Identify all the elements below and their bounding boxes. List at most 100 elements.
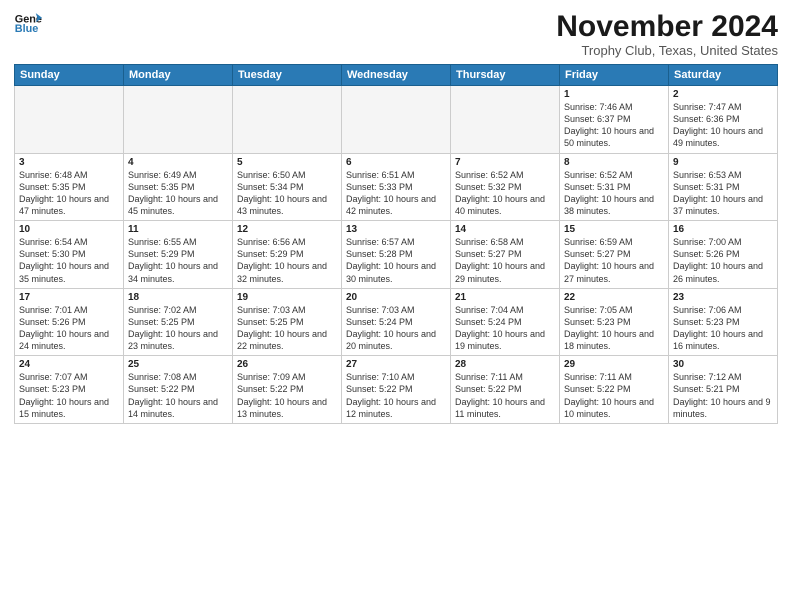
- day-number: 9: [673, 157, 773, 168]
- calendar-cell: 25Sunrise: 7:08 AMSunset: 5:22 PMDayligh…: [124, 356, 233, 424]
- day-number: 5: [237, 157, 337, 168]
- calendar-cell: 9Sunrise: 6:53 AMSunset: 5:31 PMDaylight…: [669, 153, 778, 221]
- calendar-cell: 13Sunrise: 6:57 AMSunset: 5:28 PMDayligh…: [342, 221, 451, 289]
- day-number: 22: [564, 292, 664, 303]
- calendar-cell: 10Sunrise: 6:54 AMSunset: 5:30 PMDayligh…: [15, 221, 124, 289]
- day-number: 29: [564, 359, 664, 370]
- day-info: Sunrise: 7:01 AMSunset: 5:26 PMDaylight:…: [19, 304, 119, 353]
- day-info: Sunrise: 7:10 AMSunset: 5:22 PMDaylight:…: [346, 371, 446, 420]
- day-info: Sunrise: 6:49 AMSunset: 5:35 PMDaylight:…: [128, 169, 228, 218]
- day-info: Sunrise: 7:47 AMSunset: 6:36 PMDaylight:…: [673, 101, 773, 150]
- day-info: Sunrise: 7:03 AMSunset: 5:24 PMDaylight:…: [346, 304, 446, 353]
- day-number: 3: [19, 157, 119, 168]
- calendar-cell: 7Sunrise: 6:52 AMSunset: 5:32 PMDaylight…: [451, 153, 560, 221]
- calendar-cell: 5Sunrise: 6:50 AMSunset: 5:34 PMDaylight…: [233, 153, 342, 221]
- svg-text:Blue: Blue: [15, 23, 39, 35]
- day-number: 20: [346, 292, 446, 303]
- calendar-cell: 4Sunrise: 6:49 AMSunset: 5:35 PMDaylight…: [124, 153, 233, 221]
- day-info: Sunrise: 7:03 AMSunset: 5:25 PMDaylight:…: [237, 304, 337, 353]
- week-row-2: 3Sunrise: 6:48 AMSunset: 5:35 PMDaylight…: [15, 153, 778, 221]
- calendar-cell: 6Sunrise: 6:51 AMSunset: 5:33 PMDaylight…: [342, 153, 451, 221]
- day-info: Sunrise: 6:59 AMSunset: 5:27 PMDaylight:…: [564, 236, 664, 285]
- days-header-row: SundayMondayTuesdayWednesdayThursdayFrid…: [15, 65, 778, 86]
- day-number: 7: [455, 157, 555, 168]
- day-info: Sunrise: 7:08 AMSunset: 5:22 PMDaylight:…: [128, 371, 228, 420]
- day-header-monday: Monday: [124, 65, 233, 86]
- calendar-table: SundayMondayTuesdayWednesdayThursdayFrid…: [14, 64, 778, 424]
- title-area: November 2024 Trophy Club, Texas, United…: [556, 10, 778, 58]
- day-number: 8: [564, 157, 664, 168]
- calendar-cell: [451, 86, 560, 154]
- calendar-cell: 15Sunrise: 6:59 AMSunset: 5:27 PMDayligh…: [560, 221, 669, 289]
- day-info: Sunrise: 6:52 AMSunset: 5:31 PMDaylight:…: [564, 169, 664, 218]
- week-row-4: 17Sunrise: 7:01 AMSunset: 5:26 PMDayligh…: [15, 288, 778, 356]
- calendar-cell: 20Sunrise: 7:03 AMSunset: 5:24 PMDayligh…: [342, 288, 451, 356]
- day-number: 16: [673, 224, 773, 235]
- day-info: Sunrise: 6:55 AMSunset: 5:29 PMDaylight:…: [128, 236, 228, 285]
- calendar-cell: 17Sunrise: 7:01 AMSunset: 5:26 PMDayligh…: [15, 288, 124, 356]
- day-number: 25: [128, 359, 228, 370]
- day-header-friday: Friday: [560, 65, 669, 86]
- day-header-saturday: Saturday: [669, 65, 778, 86]
- day-number: 28: [455, 359, 555, 370]
- day-info: Sunrise: 7:09 AMSunset: 5:22 PMDaylight:…: [237, 371, 337, 420]
- calendar-cell: 3Sunrise: 6:48 AMSunset: 5:35 PMDaylight…: [15, 153, 124, 221]
- day-number: 30: [673, 359, 773, 370]
- day-number: 13: [346, 224, 446, 235]
- day-number: 12: [237, 224, 337, 235]
- day-info: Sunrise: 7:12 AMSunset: 5:21 PMDaylight:…: [673, 371, 773, 420]
- week-row-5: 24Sunrise: 7:07 AMSunset: 5:23 PMDayligh…: [15, 356, 778, 424]
- day-info: Sunrise: 6:54 AMSunset: 5:30 PMDaylight:…: [19, 236, 119, 285]
- day-number: 11: [128, 224, 228, 235]
- day-info: Sunrise: 6:58 AMSunset: 5:27 PMDaylight:…: [455, 236, 555, 285]
- day-info: Sunrise: 6:50 AMSunset: 5:34 PMDaylight:…: [237, 169, 337, 218]
- day-info: Sunrise: 7:05 AMSunset: 5:23 PMDaylight:…: [564, 304, 664, 353]
- calendar-cell: 26Sunrise: 7:09 AMSunset: 5:22 PMDayligh…: [233, 356, 342, 424]
- calendar-cell: 23Sunrise: 7:06 AMSunset: 5:23 PMDayligh…: [669, 288, 778, 356]
- day-info: Sunrise: 6:53 AMSunset: 5:31 PMDaylight:…: [673, 169, 773, 218]
- day-number: 24: [19, 359, 119, 370]
- day-info: Sunrise: 7:06 AMSunset: 5:23 PMDaylight:…: [673, 304, 773, 353]
- day-info: Sunrise: 7:04 AMSunset: 5:24 PMDaylight:…: [455, 304, 555, 353]
- day-number: 23: [673, 292, 773, 303]
- calendar-cell: 24Sunrise: 7:07 AMSunset: 5:23 PMDayligh…: [15, 356, 124, 424]
- day-info: Sunrise: 6:51 AMSunset: 5:33 PMDaylight:…: [346, 169, 446, 218]
- week-row-1: 1Sunrise: 7:46 AMSunset: 6:37 PMDaylight…: [15, 86, 778, 154]
- day-number: 2: [673, 89, 773, 100]
- day-info: Sunrise: 7:11 AMSunset: 5:22 PMDaylight:…: [564, 371, 664, 420]
- calendar-cell: 16Sunrise: 7:00 AMSunset: 5:26 PMDayligh…: [669, 221, 778, 289]
- calendar-cell: [15, 86, 124, 154]
- location: Trophy Club, Texas, United States: [556, 43, 778, 58]
- calendar-cell: 22Sunrise: 7:05 AMSunset: 5:23 PMDayligh…: [560, 288, 669, 356]
- calendar-cell: 2Sunrise: 7:47 AMSunset: 6:36 PMDaylight…: [669, 86, 778, 154]
- day-info: Sunrise: 6:52 AMSunset: 5:32 PMDaylight:…: [455, 169, 555, 218]
- day-info: Sunrise: 6:56 AMSunset: 5:29 PMDaylight:…: [237, 236, 337, 285]
- calendar-cell: [342, 86, 451, 154]
- calendar-cell: 30Sunrise: 7:12 AMSunset: 5:21 PMDayligh…: [669, 356, 778, 424]
- day-number: 1: [564, 89, 664, 100]
- day-number: 27: [346, 359, 446, 370]
- calendar-cell: [124, 86, 233, 154]
- logo: General Blue General Blue: [14, 10, 42, 38]
- day-number: 10: [19, 224, 119, 235]
- day-header-wednesday: Wednesday: [342, 65, 451, 86]
- day-number: 19: [237, 292, 337, 303]
- calendar-cell: 11Sunrise: 6:55 AMSunset: 5:29 PMDayligh…: [124, 221, 233, 289]
- header: General Blue General Blue November 2024 …: [14, 10, 778, 58]
- day-info: Sunrise: 6:57 AMSunset: 5:28 PMDaylight:…: [346, 236, 446, 285]
- day-info: Sunrise: 7:00 AMSunset: 5:26 PMDaylight:…: [673, 236, 773, 285]
- calendar-cell: 1Sunrise: 7:46 AMSunset: 6:37 PMDaylight…: [560, 86, 669, 154]
- day-header-sunday: Sunday: [15, 65, 124, 86]
- day-number: 14: [455, 224, 555, 235]
- logo-icon: General Blue: [14, 10, 42, 38]
- day-number: 6: [346, 157, 446, 168]
- day-info: Sunrise: 7:07 AMSunset: 5:23 PMDaylight:…: [19, 371, 119, 420]
- day-info: Sunrise: 7:11 AMSunset: 5:22 PMDaylight:…: [455, 371, 555, 420]
- day-number: 15: [564, 224, 664, 235]
- calendar-cell: 29Sunrise: 7:11 AMSunset: 5:22 PMDayligh…: [560, 356, 669, 424]
- day-number: 21: [455, 292, 555, 303]
- day-header-thursday: Thursday: [451, 65, 560, 86]
- day-number: 18: [128, 292, 228, 303]
- day-info: Sunrise: 6:48 AMSunset: 5:35 PMDaylight:…: [19, 169, 119, 218]
- day-info: Sunrise: 7:46 AMSunset: 6:37 PMDaylight:…: [564, 101, 664, 150]
